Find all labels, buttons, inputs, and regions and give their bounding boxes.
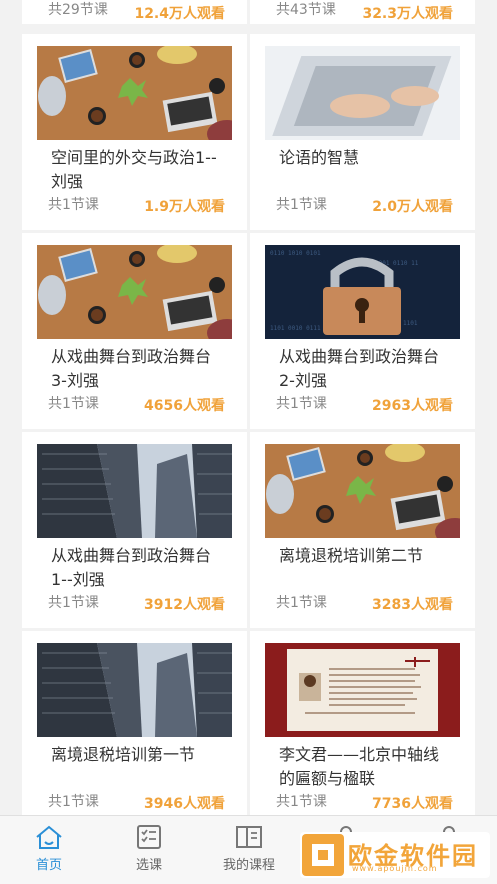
lesson-count: 共1节课 — [276, 396, 327, 412]
course-thumbnail — [37, 46, 232, 140]
course-title: 离境退税培训第二节 — [279, 546, 424, 565]
tab-home[interactable]: 首页 — [4, 816, 94, 884]
site-watermark: 欧金软件园 www.apoujin.com — [300, 832, 490, 878]
view-count: 3283人观看 — [372, 597, 453, 613]
view-count: 2963人观看 — [372, 398, 453, 414]
watermark-logo-icon — [302, 834, 344, 876]
svg-text:1101 0010 0111: 1101 0010 0111 — [270, 325, 321, 332]
watermark-url: www.apoujin.com — [352, 864, 438, 873]
course-thumbnail: 0110 1010 0101 1001 0110 11 1101 0010 011… — [265, 245, 460, 339]
course-thumbnail — [265, 46, 460, 140]
checklist-icon — [137, 825, 161, 849]
lesson-count: 共1节课 — [48, 396, 99, 412]
course-thumbnail — [37, 444, 232, 538]
course-thumbnail — [37, 643, 232, 737]
course-card[interactable]: 从戏曲舞台到政治舞台3-刘强 共1节课 4656人观看 — [22, 233, 247, 429]
lesson-count: 共29节课 — [48, 2, 108, 18]
course-card[interactable]: 空间里的外交与政治1--刘强 共1节课 1.9万人观看 — [22, 34, 247, 230]
lesson-count: 共1节课 — [276, 794, 327, 810]
lesson-count: 共1节课 — [276, 197, 327, 213]
course-card-partial[interactable]: 共43节课 32.3万人观看 — [250, 0, 475, 24]
course-title: 从戏曲舞台到政治舞台1--刘强 — [51, 546, 212, 589]
course-title: 从戏曲舞台到政治舞台2-刘强 — [279, 347, 440, 390]
lesson-count: 共43节课 — [276, 2, 336, 18]
view-count: 3946人观看 — [144, 796, 225, 812]
course-title: 论语的智慧 — [279, 148, 360, 167]
course-title: 离境退税培训第一节 — [51, 745, 196, 764]
view-count: 12.4万人观看 — [134, 6, 225, 22]
lesson-count: 共1节课 — [48, 595, 99, 611]
tab-my-courses[interactable]: 我的课程 — [204, 816, 294, 884]
course-title: 从戏曲舞台到政治舞台3-刘强 — [51, 347, 212, 390]
course-title: 李文君——北京中轴线的匾额与楹联 — [279, 745, 440, 788]
tab-label: 选课 — [135, 858, 162, 873]
course-card-partial[interactable]: 共29节课 12.4万人观看 — [22, 0, 247, 24]
svg-text:0110 1010 0101: 0110 1010 0101 — [270, 250, 321, 257]
tab-select-course[interactable]: 选课 — [104, 816, 194, 884]
view-count: 32.3万人观看 — [362, 6, 453, 22]
course-title: 空间里的外交与政治1--刘强 — [51, 148, 217, 191]
view-count: 2.0万人观看 — [372, 199, 453, 215]
tab-label: 我的课程 — [222, 858, 275, 873]
tab-label: 首页 — [35, 858, 62, 873]
lesson-count: 共1节课 — [276, 595, 327, 611]
view-count: 4656人观看 — [144, 398, 225, 414]
view-count: 3912人观看 — [144, 597, 225, 613]
course-card[interactable]: 从戏曲舞台到政治舞台1--刘强 共1节课 3912人观看 — [22, 432, 247, 628]
course-thumbnail — [265, 643, 460, 737]
course-card[interactable]: 李文君——北京中轴线的匾额与楹联 共1节课 7736人观看 — [250, 631, 475, 827]
home-icon — [36, 825, 62, 849]
course-thumbnail — [265, 444, 460, 538]
course-card[interactable]: 离境退税培训第二节 共1节课 3283人观看 — [250, 432, 475, 628]
lesson-count: 共1节课 — [48, 197, 99, 213]
course-card[interactable]: 离境退税培训第一节 共1节课 3946人观看 — [22, 631, 247, 827]
lesson-count: 共1节课 — [48, 794, 99, 810]
course-card[interactable]: 0110 1010 0101 1001 0110 11 1101 0010 011… — [250, 233, 475, 429]
book-icon — [236, 826, 262, 848]
course-card[interactable]: 论语的智慧 共1节课 2.0万人观看 — [250, 34, 475, 230]
course-thumbnail — [37, 245, 232, 339]
view-count: 7736人观看 — [372, 796, 453, 812]
view-count: 1.9万人观看 — [144, 199, 225, 215]
